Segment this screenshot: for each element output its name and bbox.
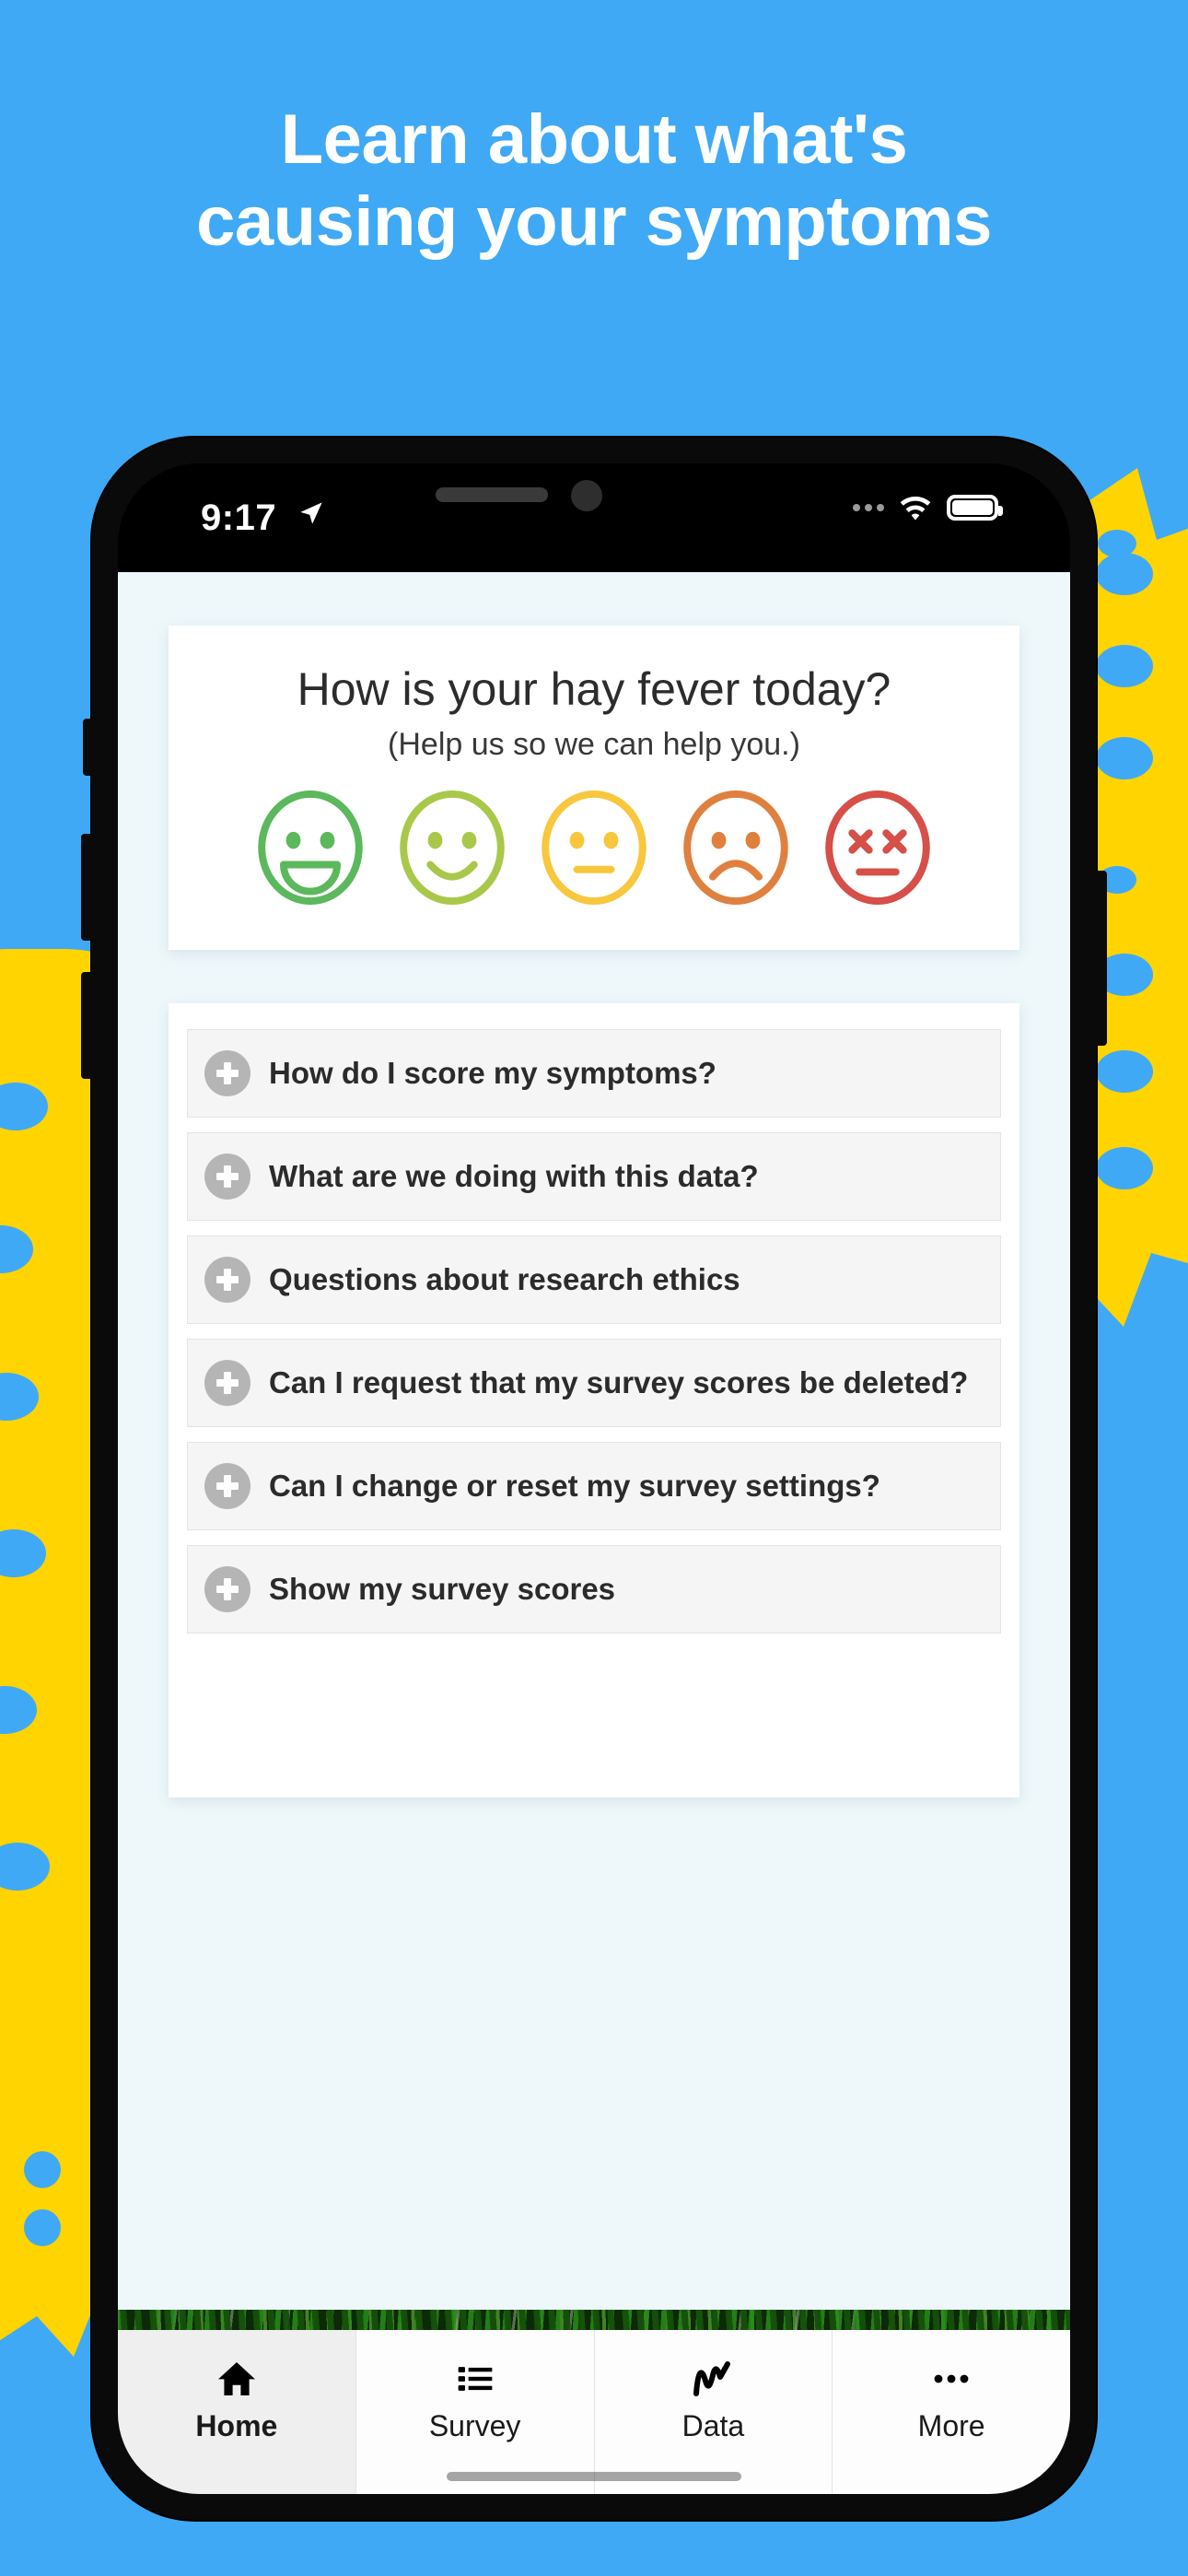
phone-mockup: 9:17 How is your hay fever today? (Help … — [81, 438, 1107, 2520]
promo-screenshot: Learn about what's causing your symptoms… — [0, 0, 1188, 2576]
tab-survey[interactable]: Survey — [355, 2330, 595, 2494]
plus-circle-icon — [204, 1153, 250, 1200]
volume-up-button — [81, 834, 94, 941]
polka-dot — [0, 1529, 46, 1577]
dynamic-island-camera — [571, 480, 602, 511]
faq-item-label: Can I change or reset my survey settings… — [269, 1468, 880, 1503]
mute-switch — [83, 719, 94, 776]
home-indicator — [447, 2472, 741, 2481]
tab-data-label: Data — [681, 2409, 745, 2442]
faq-item-label: Show my survey scores — [269, 1571, 616, 1606]
list-icon — [455, 2354, 495, 2404]
tab-more[interactable]: More — [833, 2330, 1070, 2494]
tab-more-label: More — [917, 2409, 985, 2442]
plus-circle-icon — [204, 1050, 250, 1096]
power-button — [1094, 871, 1107, 1046]
faq-item-label: Questions about research ethics — [269, 1261, 740, 1296]
survey-card: How is your hay fever today? (Help us so… — [169, 626, 1019, 950]
polka-dot — [1096, 645, 1153, 687]
polka-dot — [24, 2209, 61, 2246]
polka-dot — [1096, 737, 1153, 779]
tab-home-label: Home — [195, 2409, 278, 2442]
polka-dot — [24, 2151, 61, 2188]
survey-subtitle: (Help us so we can help you.) — [388, 727, 800, 762]
location-arrow-icon — [300, 502, 322, 524]
polka-dot — [0, 1083, 48, 1130]
mood-rating-scale — [169, 787, 1019, 908]
dynamic-island-speaker — [436, 487, 548, 502]
face-very-sad-icon[interactable] — [817, 787, 938, 908]
polka-dot — [0, 1373, 39, 1421]
chart-line-icon — [691, 2354, 735, 2404]
wifi-icon — [900, 497, 931, 521]
cellular-dots-icon — [853, 504, 884, 511]
face-sad-icon[interactable] — [675, 787, 797, 908]
faq-item-data-usage[interactable]: What are we doing with this data? — [187, 1132, 1001, 1221]
tab-home[interactable]: Home — [118, 2330, 356, 2494]
faq-item-show-scores[interactable]: Show my survey scores — [187, 1545, 1001, 1633]
faq-item-label: What are we doing with this data? — [269, 1158, 759, 1193]
faq-item-label: Can I request that my survey scores be d… — [269, 1364, 969, 1399]
polka-dot — [0, 1843, 50, 1891]
face-very-happy-icon[interactable] — [250, 787, 371, 908]
survey-question: How is your hay fever today? — [297, 663, 891, 715]
plus-circle-icon — [204, 1360, 250, 1406]
plus-circle-icon — [204, 1566, 250, 1612]
plus-circle-icon — [204, 1463, 250, 1509]
polka-dot — [1096, 1147, 1153, 1189]
ellipsis-icon — [929, 2354, 973, 2404]
polka-dot — [1096, 1050, 1153, 1093]
polka-dot — [0, 1225, 33, 1273]
plus-circle-icon — [204, 1257, 250, 1303]
face-happy-icon[interactable] — [391, 787, 513, 908]
home-icon — [215, 2354, 259, 2404]
app-viewport: How is your hay fever today? (Help us so… — [118, 572, 1070, 2494]
faq-item-research-ethics[interactable]: Questions about research ethics — [187, 1235, 1001, 1324]
face-neutral-icon[interactable] — [533, 787, 655, 908]
battery-full-icon — [947, 495, 1003, 521]
faq-panel: How do I score my symptoms? What are we … — [169, 1003, 1019, 1797]
bottom-tab-bar: Home Survey Data More — [118, 2330, 1070, 2494]
faq-item-delete-scores[interactable]: Can I request that my survey scores be d… — [187, 1339, 1001, 1427]
faq-item-score-symptoms[interactable]: How do I score my symptoms? — [187, 1029, 1001, 1118]
promo-headline: Learn about what's causing your symptoms — [196, 100, 992, 261]
status-time: 9:17 — [201, 498, 277, 538]
faq-item-reset-settings[interactable]: Can I change or reset my survey settings… — [187, 1442, 1001, 1530]
volume-down-button — [81, 972, 94, 1079]
tab-survey-label: Survey — [428, 2409, 521, 2442]
phone-screen: 9:17 How is your hay fever today? (Help … — [118, 463, 1070, 2494]
faq-item-label: How do I score my symptoms? — [269, 1055, 716, 1090]
tab-data[interactable]: Data — [594, 2330, 833, 2494]
status-bar: 9:17 — [118, 463, 1070, 572]
polka-dot — [1096, 553, 1153, 595]
status-indicators — [853, 493, 1003, 522]
polka-dot — [0, 1686, 37, 1734]
